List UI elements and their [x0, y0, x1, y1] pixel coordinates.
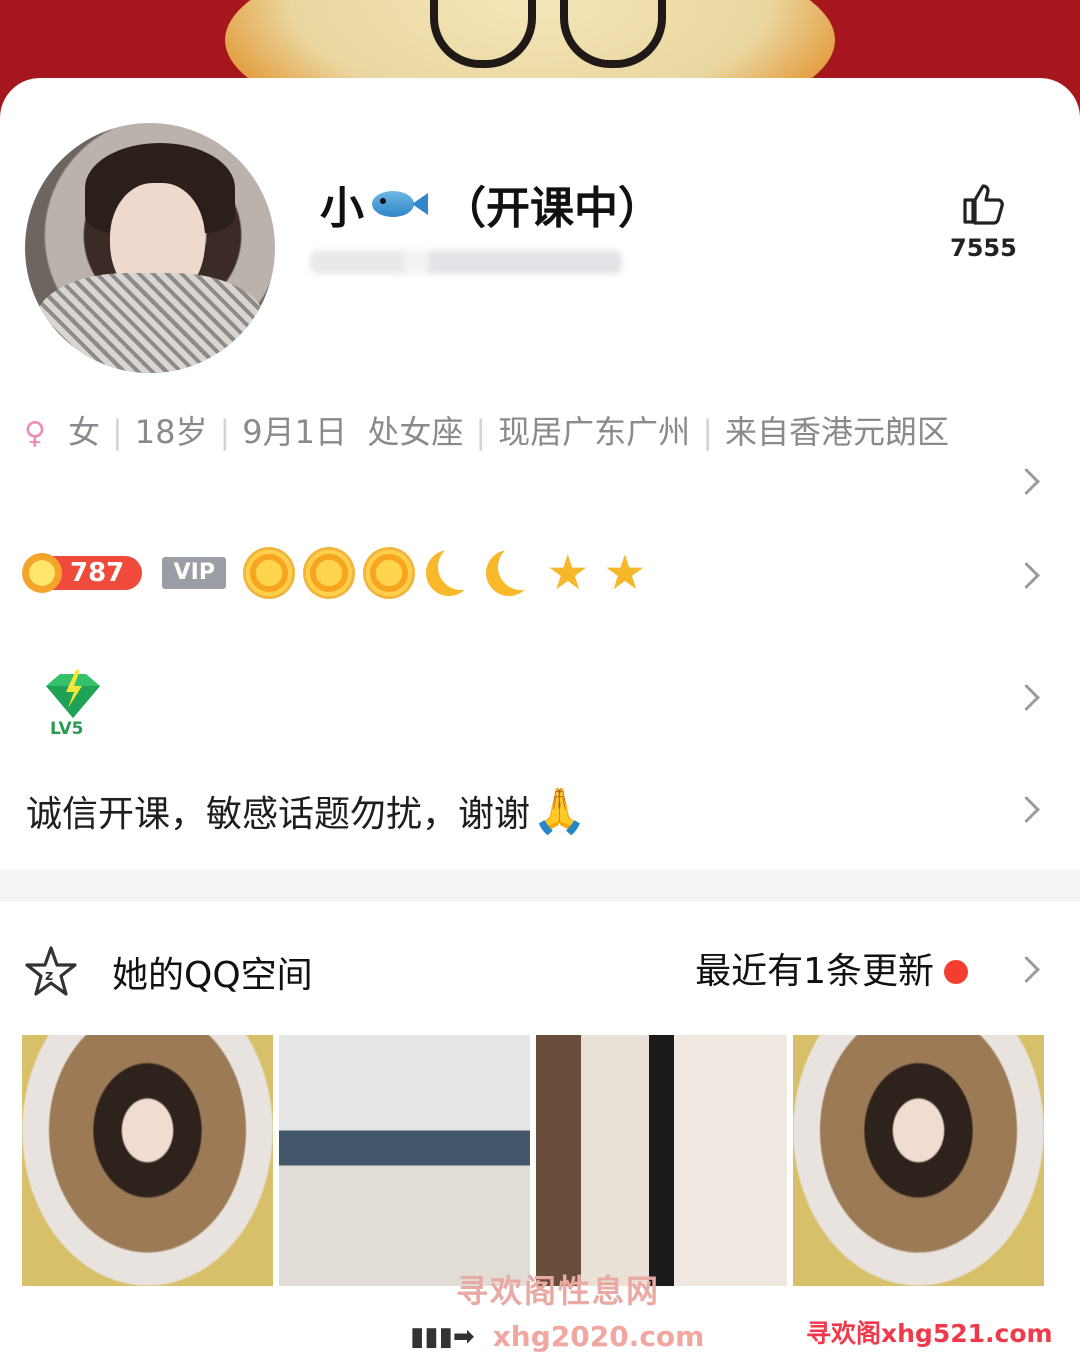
unread-dot: [944, 960, 968, 984]
moon-level-icon: [426, 550, 472, 596]
star-outline-icon: z: [25, 946, 77, 996]
watermark-corner: 寻欢阁xhg521.com: [806, 1319, 1053, 1348]
sun-level-icon: [246, 550, 293, 596]
signature-row[interactable]: 诚信开课，敏感话题勿扰，谢谢 🙏: [26, 785, 587, 837]
female-symbol-icon: ♀: [24, 416, 46, 451]
qzone-title: 她的QQ空间: [112, 955, 313, 996]
sun-level-icon: [306, 550, 353, 596]
vip-badge: VIP: [162, 557, 227, 589]
coin-level: 787: [70, 558, 125, 588]
avatar-jacket: [35, 273, 265, 373]
birthday: 9月1日: [242, 413, 348, 451]
coin-badge: 787: [22, 553, 143, 593]
watermark-url: ▮▮▮➡ xhg2020.com: [410, 1320, 704, 1353]
profile-info-row[interactable]: ♀ 女 | 18岁 | 9月1日 处女座 | 现居广东广州 | 来自香港元朗区: [24, 403, 1004, 463]
qzone-photo[interactable]: [279, 1035, 530, 1286]
nickname-suffix: （开课中）: [442, 183, 662, 234]
age: 18岁: [134, 413, 208, 451]
folded-hands-emoji-icon: 🙏: [532, 786, 587, 837]
nickname: 小 （开课中）: [320, 172, 662, 236]
section-divider: [0, 870, 1080, 902]
badges-row[interactable]: 787 VIP ★ ★: [22, 545, 647, 601]
watermark-text: 寻欢阁性息网: [456, 1272, 661, 1310]
watermark-url-text: xhg2020.com: [492, 1320, 705, 1353]
signature-text: 诚信开课，敏感话题勿扰，谢谢: [26, 794, 531, 835]
arrow-right-icon: ▮▮▮➡: [410, 1321, 475, 1352]
qzone-photo[interactable]: [536, 1035, 787, 1286]
moon-level-icon: [486, 550, 532, 596]
coin-icon: [22, 553, 62, 593]
star-level-icon: ★: [603, 545, 647, 601]
gender: 女: [67, 413, 100, 451]
badge-level-text: LV5: [50, 719, 83, 738]
svg-text:z: z: [45, 968, 53, 984]
avatar[interactable]: [25, 123, 275, 373]
location: 现居广东广州: [498, 413, 691, 451]
hometown: 来自香港元朗区: [724, 413, 949, 451]
like-count: 7555: [950, 234, 1017, 262]
star-level-icon: ★: [546, 545, 590, 601]
diamond-level-icon: LV5: [46, 670, 100, 738]
zodiac: 处女座: [367, 413, 464, 451]
qzone-entry[interactable]: z 她的QQ空间 最近有1条更新: [24, 944, 1054, 1000]
qzone-photo-strip: [22, 1035, 1044, 1286]
thumbs-up-icon: [963, 184, 1004, 225]
nickname-prefix: 小: [320, 183, 364, 234]
fish-emoji-icon: [372, 189, 428, 219]
like-button[interactable]: 7555: [950, 180, 1017, 262]
blurred-qq-number: [310, 250, 622, 274]
qzone-photo[interactable]: [22, 1035, 273, 1286]
qzone-update-text: 最近有1条更新: [695, 951, 934, 992]
sun-level-icon: [366, 550, 413, 596]
qzone-photo[interactable]: [793, 1035, 1044, 1286]
